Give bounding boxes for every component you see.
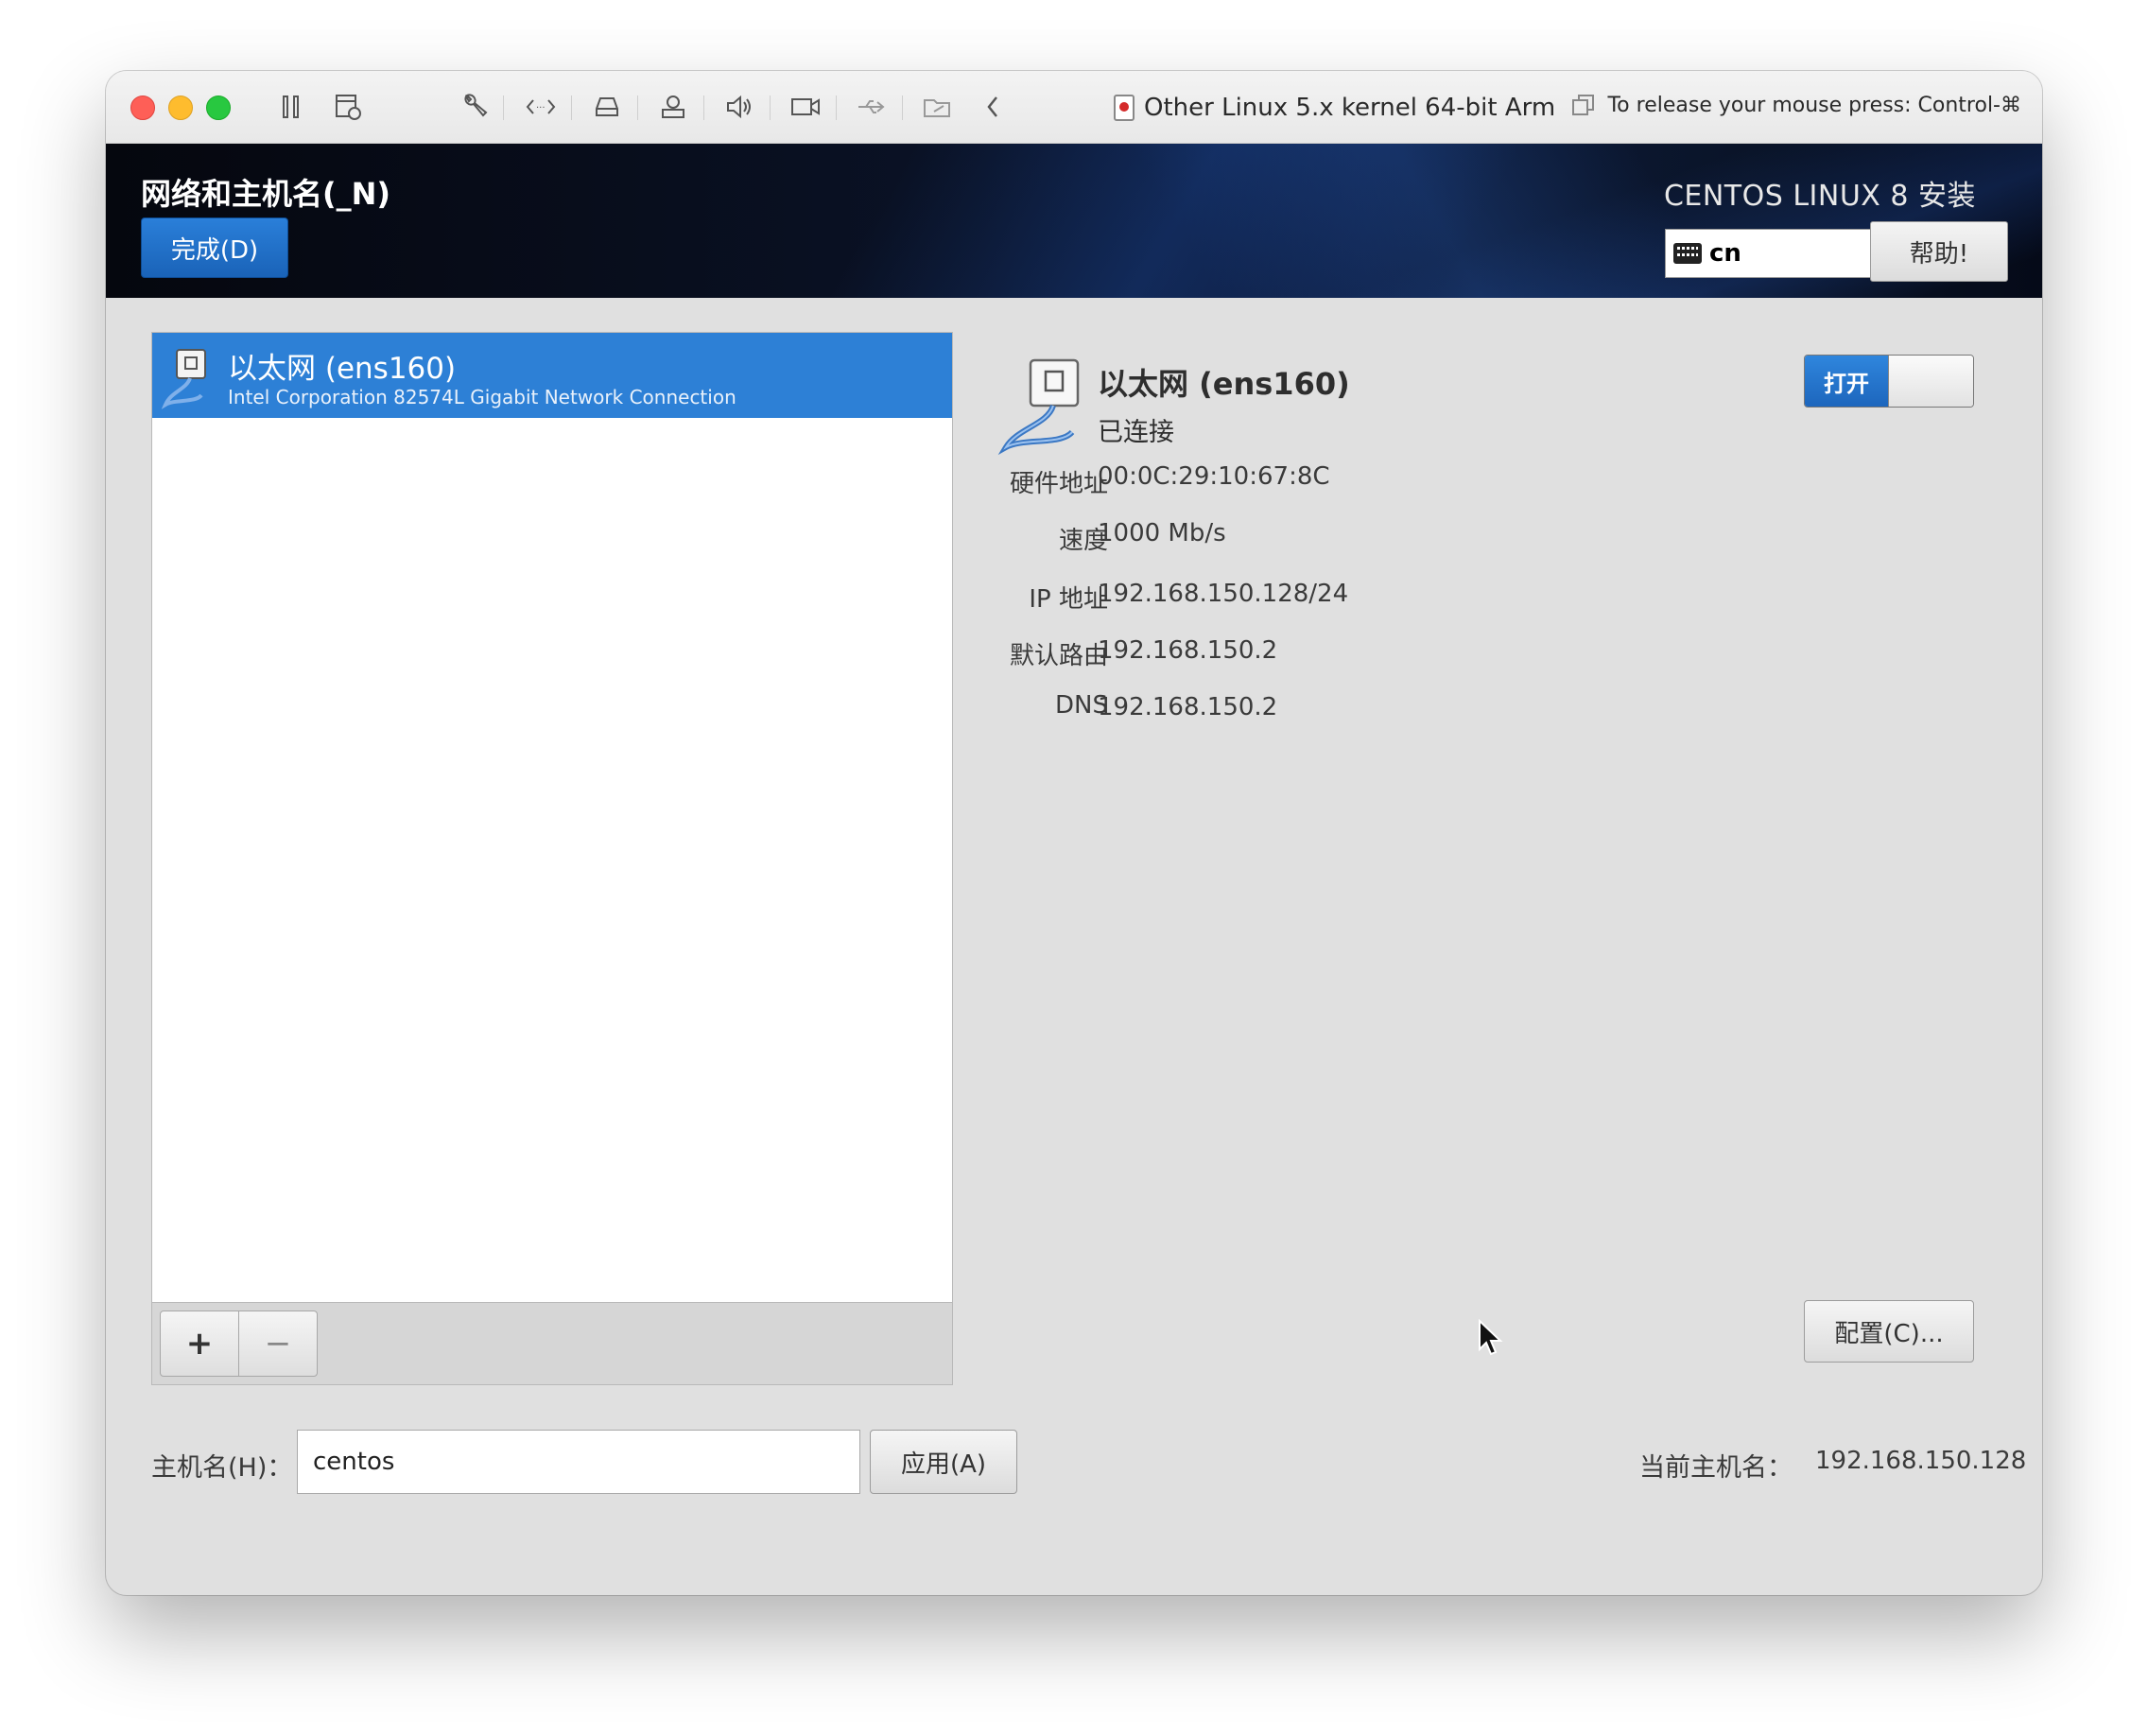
keyboard-icon [1673,243,1702,264]
ip-address-label: IP 地址 [1029,585,1108,614]
ethernet-icon [993,355,1097,459]
page-title: 网络和主机名(_N) [141,176,391,212]
vm-titlebar: ··· Other Linux 5.x kernel 64-bit Arm To… [106,71,2042,144]
installer-header: 网络和主机名(_N) 完成(D) CENTOS LINUX 8 安装 cn 帮助… [106,144,2042,298]
zoom-window-button[interactable] [206,95,231,120]
wrench-icon[interactable] [456,88,494,126]
code-icon[interactable]: ··· [522,88,560,126]
device-name: 以太网 (ens160) [228,352,457,386]
default-route-value: 192.168.150.2 [1098,636,1278,665]
vm-title: Other Linux 5.x kernel 64-bit Arm [1114,90,1555,126]
done-button[interactable]: 完成(D) [141,217,288,278]
hardware-address-label: 硬件地址 [1009,470,1108,498]
keyboard-layout-indicator[interactable]: cn [1665,229,1871,278]
minimize-window-button[interactable] [168,95,193,120]
speaker-icon[interactable] [720,88,758,126]
device-on-switch[interactable]: 打开 [1804,355,1974,408]
snapshot-icon[interactable] [329,88,367,126]
hostname-input[interactable] [297,1430,860,1494]
hardware-address-value: 00:0C:29:10:67:8C [1098,462,1330,491]
copy-icon[interactable] [1569,92,1600,122]
remove-device-button[interactable]: − [238,1311,318,1377]
camera-icon[interactable] [787,88,824,126]
close-window-button[interactable] [130,95,155,120]
current-hostname-label: 当前主机名： [1639,1453,1793,1483]
device-list: 以太网 (ens160) Intel Corporation 82574L Gi… [151,332,953,1385]
mouse-cursor-icon [1477,1318,1505,1359]
apply-hostname-button[interactable]: 应用(A) [870,1430,1017,1494]
device-detail-name: 以太网 (ens160) [1098,366,1350,402]
connection-status: 已连接 [1098,418,1174,447]
ip-address-value: 192.168.150.128/24 [1098,580,1349,608]
device-list-item[interactable]: 以太网 (ens160) Intel Corporation 82574L Gi… [152,333,952,418]
keyboard-layout-text: cn [1709,239,1741,268]
speed-value: 1000 Mb/s [1098,519,1226,547]
usb-icon[interactable] [853,88,891,126]
speed-label: 速度 [1058,527,1108,555]
hostname-label: 主机名(H)： [151,1453,293,1483]
pause-icon[interactable] [272,88,310,126]
vm-window: ··· Other Linux 5.x kernel 64-bit Arm To… [106,71,2042,1595]
shared-folder-icon[interactable] [919,88,957,126]
switch-on-label: 打开 [1805,356,1888,407]
printer-icon[interactable] [654,88,692,126]
ethernet-icon [158,344,215,410]
device-description: Intel Corporation 82574L Gigabit Network… [228,386,736,408]
release-mouse-hint: To release your mouse press: Control-⌘ [1607,94,2021,117]
product-title: CENTOS LINUX 8 安装 [1663,180,1976,213]
dns-value: 192.168.150.2 [1098,693,1278,721]
back-icon[interactable] [974,88,1012,126]
switch-knob [1888,356,1973,407]
add-device-button[interactable]: + [160,1311,239,1377]
current-hostname-value: 192.168.150.128 [1815,1447,2027,1475]
svg-text:···: ··· [536,103,546,113]
configure-button[interactable]: 配置(C)... [1804,1300,1974,1363]
vm-document-icon [1114,95,1135,121]
help-button[interactable]: 帮助! [1870,221,2008,282]
vm-title-text: Other Linux 5.x kernel 64-bit Arm [1144,94,1556,122]
default-route-label: 默认路由 [1009,642,1108,670]
dns-label: DNS [1055,691,1108,720]
device-list-toolbar: + − [152,1302,952,1384]
disk-icon[interactable] [588,88,626,126]
